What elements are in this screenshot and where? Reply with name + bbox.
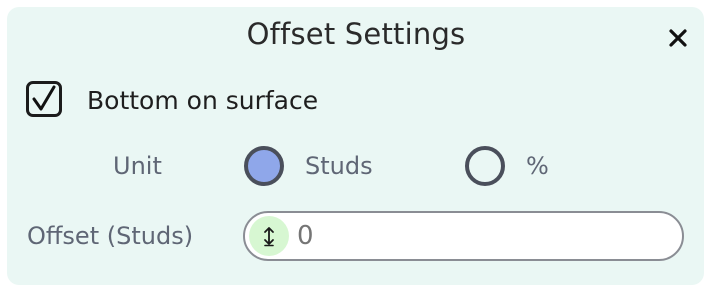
dialog-title: Offset Settings — [246, 17, 466, 51]
close-icon — [669, 29, 687, 47]
unit-radio-studs[interactable] — [244, 146, 284, 186]
unit-radio-percent[interactable] — [465, 146, 505, 186]
unit-option-studs-label: Studs — [305, 152, 373, 180]
offset-label: Offset (Studs) — [27, 222, 194, 250]
bottom-on-surface-label: Bottom on surface — [87, 86, 319, 115]
unit-label: Unit — [113, 152, 162, 180]
vertical-arrows-icon — [264, 227, 274, 247]
offset-input[interactable] — [297, 218, 667, 254]
unit-option-percent-label: % — [526, 152, 549, 180]
checkmark-icon — [32, 85, 56, 111]
bottom-on-surface-checkbox[interactable] — [26, 81, 62, 117]
close-button[interactable] — [662, 22, 694, 54]
offset-drag-handle[interactable] — [249, 216, 289, 256]
offset-field — [243, 211, 684, 261]
